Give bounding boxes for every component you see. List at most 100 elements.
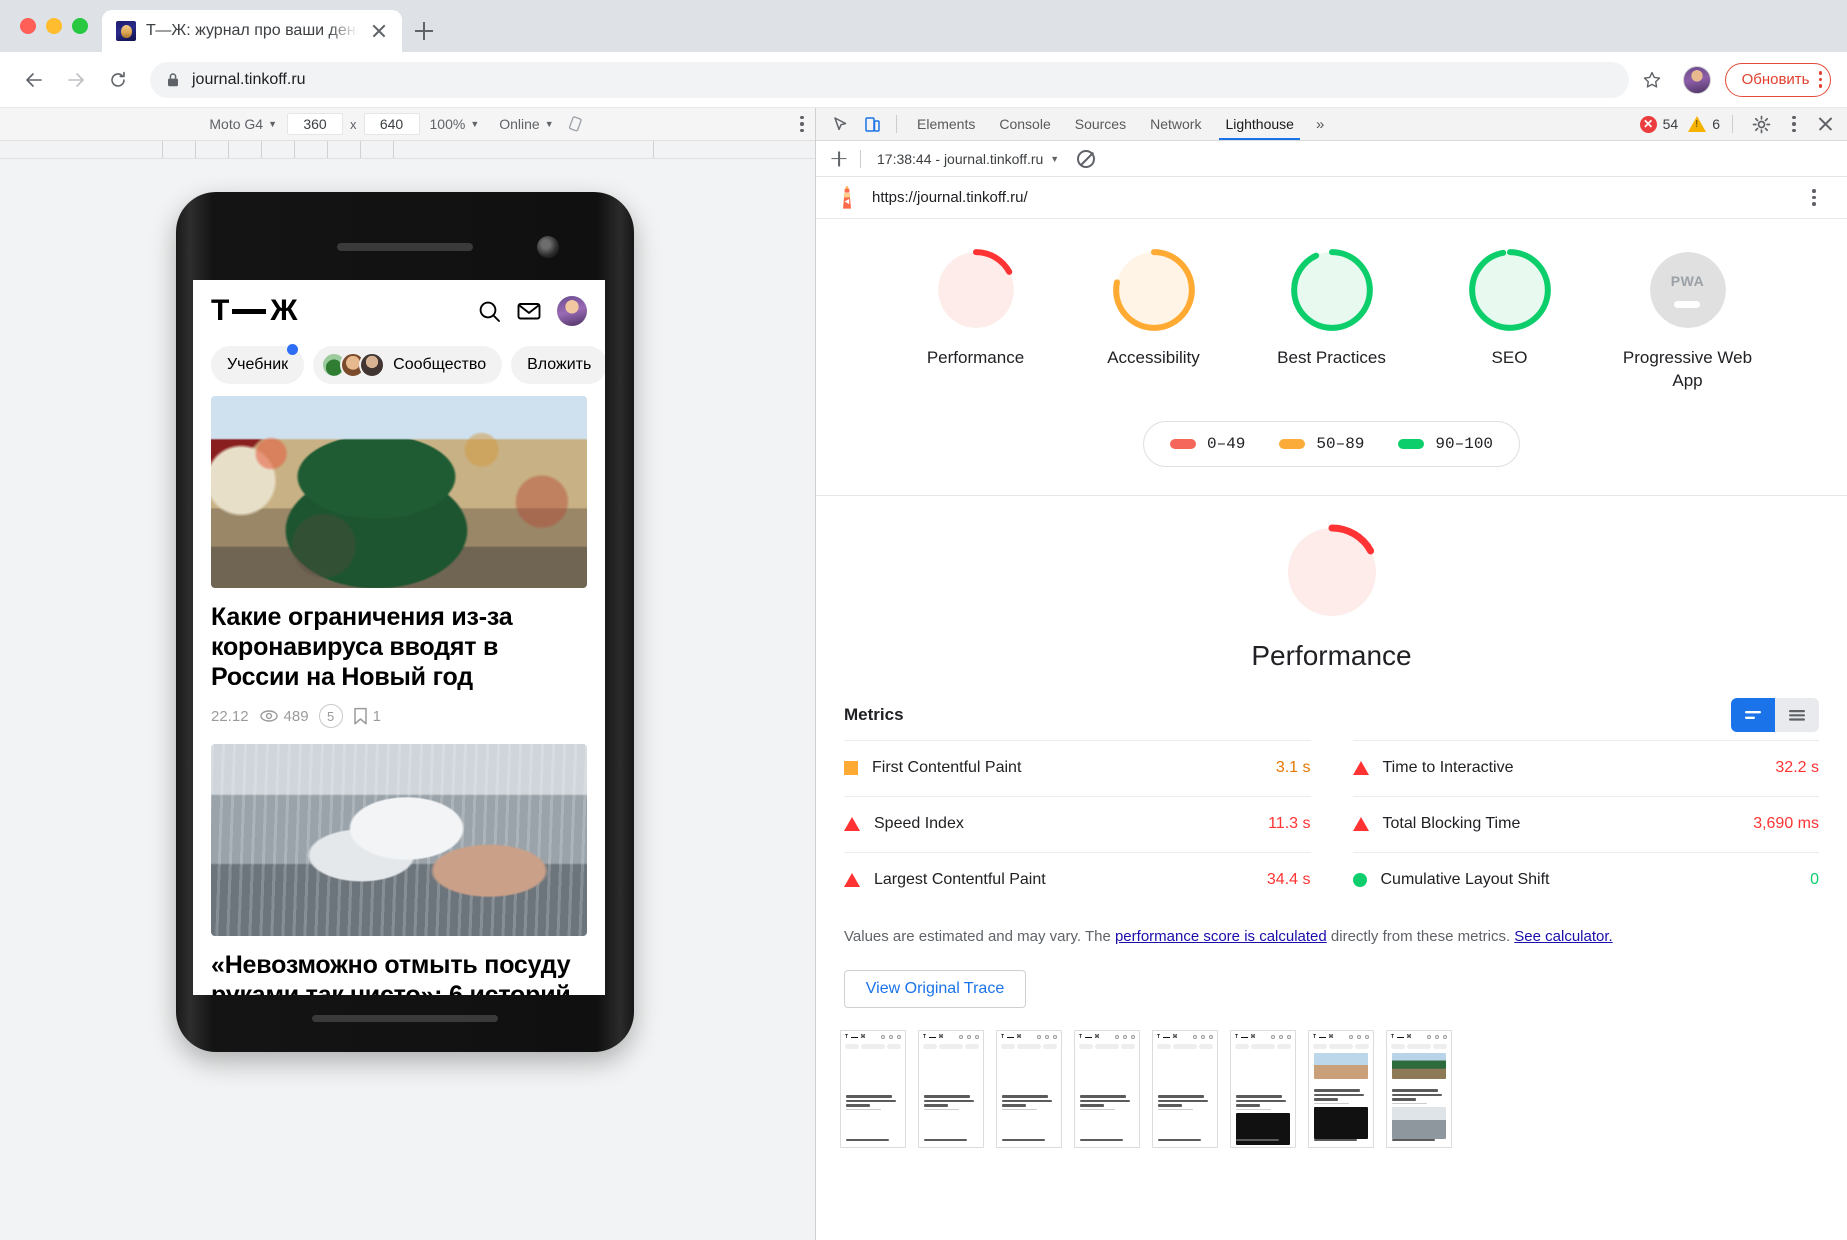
report-menu-icon[interactable] (1801, 185, 1827, 211)
mail-icon[interactable] (509, 298, 549, 324)
score-calculation-link[interactable]: performance score is calculated (1115, 928, 1327, 945)
new-tab-button[interactable] (402, 10, 446, 52)
zoom-selector[interactable]: 100% ▼ (420, 116, 490, 132)
search-icon[interactable] (469, 299, 509, 324)
viewport-height-input[interactable]: 640 (363, 113, 420, 135)
throttling-selector[interactable]: Online ▼ (489, 116, 563, 132)
more-tabs-icon[interactable]: » (1306, 116, 1334, 133)
toggle-device-toolbar-icon[interactable] (856, 110, 888, 138)
tab-elements[interactable]: Elements (905, 108, 987, 140)
gauge-ring: 97 (1467, 247, 1553, 333)
phone-frame: Т Ж Учебник Сообщество Вложить Какие огр… (176, 192, 634, 1052)
update-menu-icon[interactable] (1818, 71, 1822, 88)
maximize-window-button[interactable] (72, 18, 88, 34)
viewport-ruler (0, 141, 815, 159)
devtools-tabbar: Elements Console Sources Network Lightho… (816, 108, 1847, 141)
forward-button[interactable] (58, 62, 94, 98)
gauge-pwa[interactable]: PWA Progressive Web App (1623, 247, 1753, 393)
filmstrip-frame[interactable]: ТЖ (840, 1030, 906, 1149)
browser-tab[interactable]: Т—Ж: журнал про ваши деньги (102, 10, 402, 52)
bookmark-star-icon[interactable] (1635, 63, 1669, 97)
close-window-button[interactable] (20, 18, 36, 34)
filmstrip-frame[interactable]: ТЖ (1308, 1030, 1374, 1149)
gauge-ring: 17 (933, 247, 1019, 333)
gauge-label: Progressive Web App (1622, 348, 1753, 390)
metric-row[interactable]: Time to Interactive 32.2 s (1352, 739, 1819, 796)
nav-pills: Учебник Сообщество Вложить (193, 342, 605, 396)
emulated-viewport[interactable]: Т Ж Учебник Сообщество Вложить Какие огр… (193, 280, 605, 995)
pwa-dash-icon (1674, 300, 1701, 308)
lighthouse-report: 17 Performance 78 Accessibility (816, 219, 1847, 1240)
viewport-height-value: 640 (379, 116, 404, 132)
avatar-stack (321, 352, 386, 378)
device-selector[interactable]: Moto G4 ▼ (199, 116, 287, 132)
reload-button[interactable] (100, 62, 136, 98)
profile-avatar[interactable] (1682, 65, 1711, 94)
nav-pill-invest[interactable]: Вложить (511, 346, 605, 384)
filmstrip-frame[interactable]: ТЖ (1152, 1030, 1218, 1149)
metric-row[interactable]: First Contentful Paint 3.1 s (844, 739, 1311, 796)
filmstrip-frame[interactable]: ТЖ (996, 1030, 1062, 1149)
metric-value: 11.3 s (1268, 815, 1311, 833)
notification-dot-icon (287, 344, 299, 355)
bookmark-icon (353, 707, 367, 725)
clear-all-icon[interactable] (1077, 149, 1096, 168)
gauge-best-practices[interactable]: 93 Best Practices (1267, 247, 1397, 393)
close-devtools-icon[interactable] (1811, 110, 1839, 138)
article-views: 489 (259, 706, 309, 726)
view-original-trace-button[interactable]: View Original Trace (844, 970, 1026, 1009)
viewport-width-input[interactable]: 360 (287, 113, 343, 135)
gauge-accessibility[interactable]: 78 Accessibility (1089, 247, 1219, 393)
metric-row[interactable]: Largest Contentful Paint 34.4 s (844, 851, 1311, 908)
back-button[interactable] (16, 62, 52, 98)
site-logo[interactable]: Т Ж (211, 296, 297, 326)
article-card-1[interactable]: Какие ограничения из-за коронавируса вво… (193, 396, 605, 728)
metric-row[interactable]: Speed Index 11.3 s (844, 795, 1311, 852)
nav-pill-textbook[interactable]: Учебник (211, 344, 305, 384)
warning-count[interactable]: 6 (1688, 116, 1720, 132)
devtools-menu-icon[interactable] (1781, 111, 1807, 137)
metric-row[interactable]: Total Blocking Time 3,690 ms (1352, 795, 1819, 852)
filmstrip-frame[interactable]: ТЖ (918, 1030, 984, 1149)
new-audit-icon[interactable] (826, 146, 852, 172)
legend-range: 50–89 (1316, 434, 1365, 453)
browser-window: Т—Ж: журнал про ваши деньги journal.tink… (0, 0, 1847, 1240)
filmstrip-frame[interactable]: ТЖ (1386, 1030, 1452, 1149)
legend-range: 90–100 (1435, 434, 1494, 453)
chevron-down-icon: ▼ (1050, 153, 1060, 164)
warning-count-value: 6 (1712, 116, 1720, 132)
toggle-detail-view[interactable] (1775, 697, 1819, 732)
article-card-2[interactable]: «Невозможно отмыть посуду руками так чис… (193, 744, 605, 995)
address-bar[interactable]: journal.tinkoff.ru (150, 61, 1629, 98)
metrics-header: Metrics (844, 686, 1819, 740)
metric-row[interactable]: Cumulative Layout Shift 0 (1352, 851, 1819, 908)
inspect-element-icon[interactable] (824, 110, 856, 138)
gauge-performance[interactable]: 17 Performance (911, 247, 1041, 393)
filmstrip-frame[interactable]: ТЖ (1074, 1030, 1140, 1149)
note-mid: directly from these metrics. (1326, 927, 1515, 945)
minimize-window-button[interactable] (46, 18, 62, 34)
tab-console[interactable]: Console (987, 108, 1062, 140)
tab-network[interactable]: Network (1138, 108, 1213, 140)
metric-value: 3,690 ms (1753, 815, 1819, 833)
device-toolbar-menu-icon[interactable] (789, 111, 815, 137)
filmstrip-frame[interactable]: ТЖ (1230, 1030, 1296, 1149)
user-avatar[interactable] (557, 296, 587, 326)
gauge-seo[interactable]: 97 SEO (1445, 247, 1575, 393)
see-calculator-link[interactable]: See calculator. (1514, 928, 1612, 945)
gear-icon[interactable] (1745, 110, 1777, 138)
eye-icon (259, 710, 278, 722)
toggle-simple-view[interactable] (1731, 697, 1775, 732)
audited-url: https://journal.tinkoff.ru/ (872, 189, 1028, 206)
audit-run-selector[interactable]: 17:38:44 - journal.tinkoff.ru ▼ (869, 151, 1067, 167)
close-tab-icon[interactable] (368, 20, 390, 42)
update-button[interactable]: Обновить (1724, 62, 1831, 97)
nav-pill-community[interactable]: Сообщество (313, 346, 503, 384)
rotate-icon[interactable] (564, 113, 590, 135)
error-count[interactable]: ✕ 54 (1639, 115, 1678, 133)
legend-item-average: 50–89 (1279, 435, 1364, 453)
metric-value: 34.4 s (1266, 871, 1311, 889)
tab-sources[interactable]: Sources (1063, 108, 1138, 140)
gauge-label: Accessibility (1107, 348, 1200, 367)
tab-lighthouse[interactable]: Lighthouse (1213, 108, 1306, 140)
